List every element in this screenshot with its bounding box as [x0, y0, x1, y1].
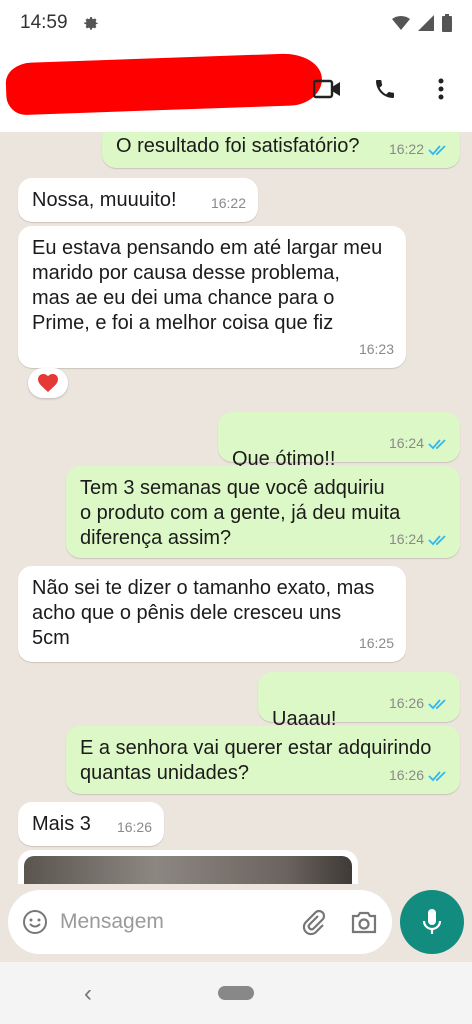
message-input[interactable]: Mensagem — [60, 910, 300, 934]
signal-icon — [418, 15, 434, 31]
message-meta: 16:23 — [359, 337, 394, 362]
chat-header — [0, 46, 472, 132]
message-time: 16:22 — [388, 141, 424, 157]
message-reaction[interactable] — [28, 368, 68, 398]
message-meta: 16:26 — [117, 815, 152, 840]
back-chevron-icon[interactable]: ‹ — [84, 980, 92, 1008]
message-meta: 16:22 — [389, 137, 448, 162]
read-ticks-icon — [428, 534, 446, 545]
microphone-icon — [422, 909, 442, 934]
read-ticks-icon — [428, 438, 446, 449]
emoji-icon[interactable] — [22, 909, 48, 935]
message-time: 16:24 — [388, 531, 424, 547]
message-outgoing[interactable]: Tem 3 semanas que você adquiriu o produt… — [66, 466, 460, 558]
more-options-button[interactable] — [426, 74, 456, 104]
read-ticks-icon — [428, 144, 446, 155]
message-outgoing[interactable]: O resultado foi satisfatório? 16:22 — [102, 132, 460, 168]
message-time: 16:26 — [388, 767, 424, 783]
message-outgoing[interactable]: Que ótimo!! 16:24 — [218, 412, 460, 500]
message-meta: 16:26 — [389, 763, 448, 788]
message-meta: 16:24 — [389, 527, 448, 552]
video-camera-icon — [313, 79, 340, 99]
voice-call-button[interactable] — [370, 74, 400, 104]
more-vertical-icon — [438, 78, 444, 100]
phone-icon — [376, 80, 394, 98]
redacted-contact-name — [5, 52, 323, 116]
message-composer[interactable]: Mensagem — [8, 890, 392, 954]
image-message[interactable] — [18, 850, 358, 884]
read-ticks-icon — [428, 770, 446, 781]
message-outgoing[interactable]: Uaaau! 16:26 — [258, 672, 460, 760]
message-incoming[interactable]: Mais 3 16:26 — [18, 802, 164, 846]
home-pill-button[interactable] — [218, 986, 254, 1000]
message-outgoing[interactable]: E a senhora vai querer estar adquirindo … — [66, 726, 460, 794]
settings-gear-icon — [83, 17, 98, 30]
system-navigation-bar: ‹ — [0, 962, 472, 1024]
heart-icon — [38, 374, 58, 392]
message-time: 16:24 — [388, 435, 424, 451]
message-time: 16:26 — [116, 819, 152, 835]
message-time: 16:26 — [388, 695, 424, 711]
video-call-button[interactable] — [312, 74, 342, 104]
message-incoming[interactable]: Não sei te dizer o tamanho exato, mas ac… — [18, 566, 406, 662]
message-text: Eu estava pensando em até largar meu mar… — [32, 237, 383, 334]
message-list[interactable]: O resultado foi satisfatório? 16:22 Noss… — [0, 132, 472, 884]
message-meta: 16:22 — [211, 191, 246, 216]
read-ticks-icon — [428, 698, 446, 709]
message-meta: 16:24 — [389, 431, 448, 456]
message-time: 16:23 — [358, 341, 394, 357]
voice-message-button[interactable] — [400, 890, 464, 954]
message-meta: 16:25 — [359, 631, 394, 656]
wifi-icon — [392, 16, 410, 30]
status-bar: 14:59 — [0, 0, 472, 46]
message-time: 16:22 — [210, 195, 246, 211]
image-thumbnail — [24, 856, 352, 884]
attachment-icon[interactable] — [300, 908, 328, 936]
message-time: 16:25 — [358, 635, 394, 651]
camera-icon[interactable] — [350, 909, 378, 935]
message-meta: 16:26 — [389, 691, 448, 716]
battery-icon — [442, 14, 452, 32]
message-text: Não sei te dizer o tamanho exato, mas ac… — [32, 577, 375, 649]
status-time: 14:59 — [20, 12, 68, 33]
message-incoming[interactable]: Nossa, muuuito! 16:22 — [18, 178, 258, 222]
message-incoming[interactable]: Eu estava pensando em até largar meu mar… — [18, 226, 406, 368]
